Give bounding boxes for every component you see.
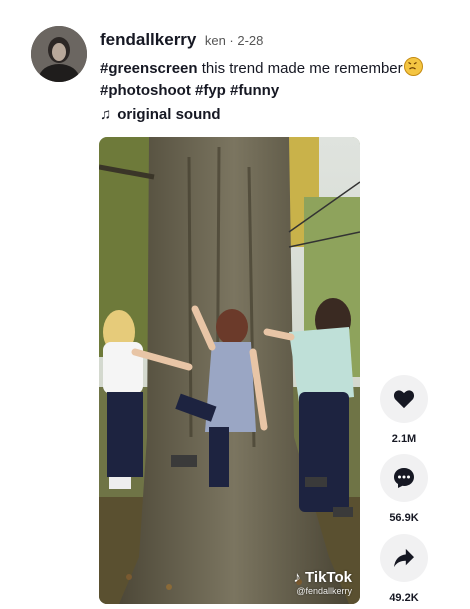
video-player[interactable]: ♪ TikTok @fendallkerry: [99, 137, 360, 604]
tiktok-logo: ♪ TikTok: [293, 569, 352, 586]
share-count: 49.2K: [389, 592, 419, 604]
like-count: 2.1M: [391, 433, 417, 445]
heart-icon: [393, 390, 415, 409]
like-action: 2.1M: [380, 375, 428, 445]
comment-count: 56.9K: [389, 512, 419, 524]
nickname-date: ken · 2-28: [204, 33, 264, 48]
share-icon: [394, 548, 414, 568]
username[interactable]: fendallkerry: [100, 30, 196, 49]
caption-text: this trend made me remember: [197, 60, 403, 77]
hashtag-photoshoot[interactable]: #photoshoot: [100, 82, 191, 99]
share-button[interactable]: [380, 534, 428, 582]
comment-button[interactable]: [380, 454, 428, 502]
comment-icon: [394, 468, 414, 488]
angry-face-icon: [403, 57, 423, 76]
hashtag-funny[interactable]: #funny: [230, 82, 279, 99]
watermark-username: @fendallkerry: [296, 586, 352, 596]
hashtag-greenscreen[interactable]: #greenscreen: [100, 60, 198, 77]
sound-name: original sound: [117, 106, 221, 123]
caption: #greenscreen this trend made me remember…: [100, 57, 450, 102]
avatar[interactable]: [31, 26, 87, 82]
post-header: fendallkerry ken · 2-28: [100, 30, 263, 50]
music-note-icon: ♫: [100, 106, 112, 123]
like-button[interactable]: [380, 375, 428, 423]
sound-link[interactable]: ♫ original sound: [100, 106, 221, 123]
tiktok-watermark: ♪ TikTok @fendallkerry: [293, 569, 352, 596]
comment-action: 56.9K: [380, 454, 428, 524]
share-action: 49.2K: [380, 534, 428, 604]
hashtag-fyp[interactable]: #fyp: [195, 82, 226, 99]
video-frame: [99, 137, 360, 604]
